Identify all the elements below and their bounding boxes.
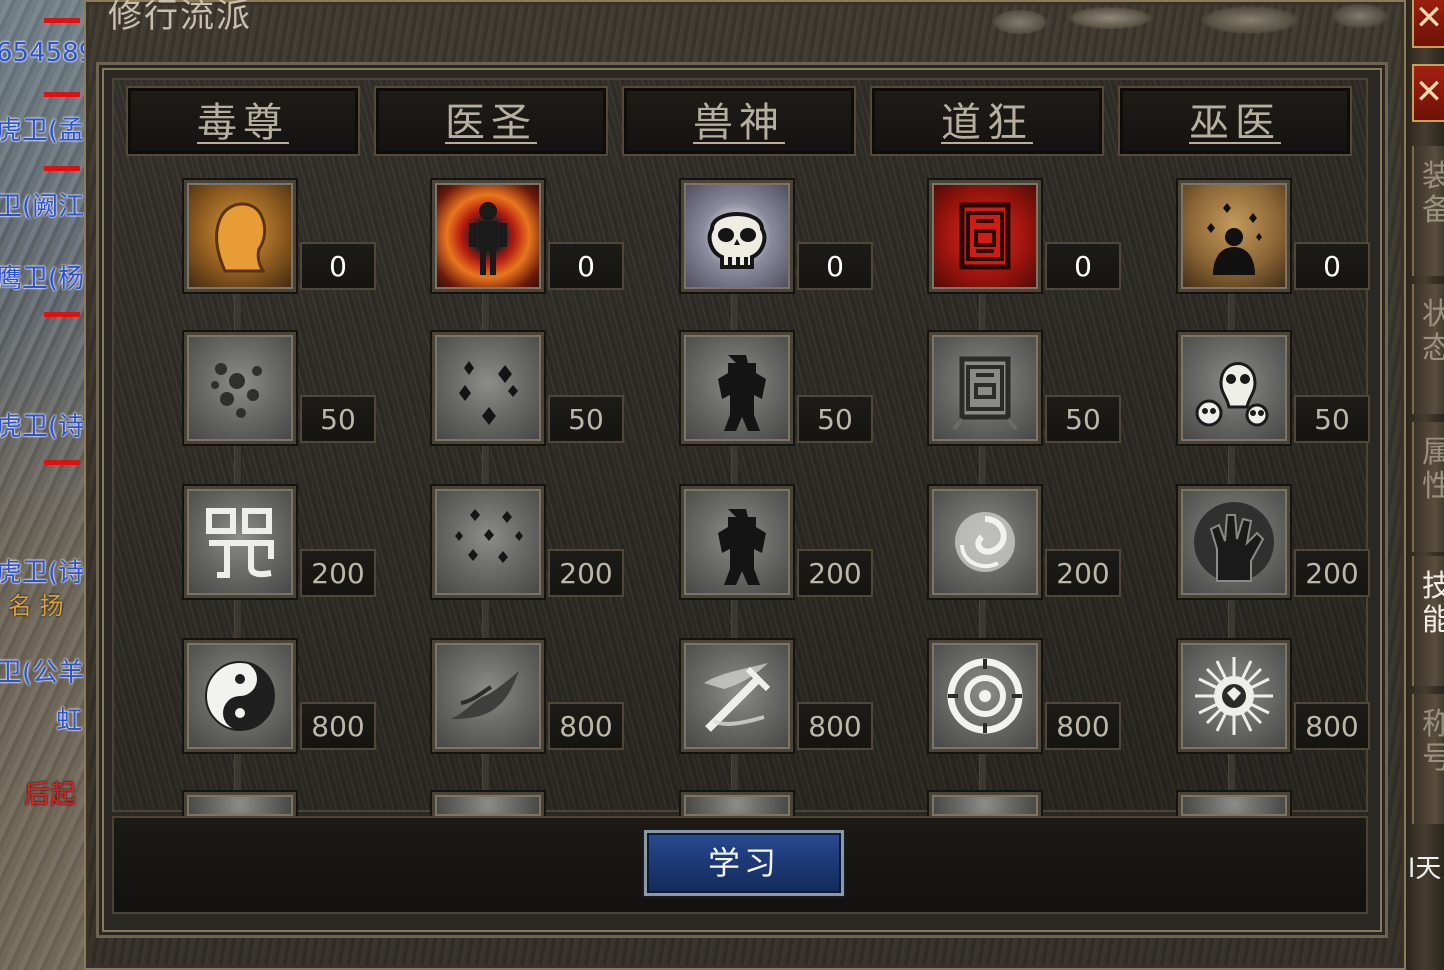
tab-label: 毒尊 (197, 100, 289, 146)
skill-cost: 50 (1294, 395, 1370, 443)
dragon-ornament (960, 0, 1400, 46)
learn-button[interactable]: 学习 (644, 830, 844, 896)
red-seal-icon[interactable] (929, 180, 1041, 292)
side-tab-skills[interactable]: 技能 (1412, 556, 1444, 686)
shadow-dragon-icon[interactable] (432, 640, 544, 752)
side-tab-label: 状态 (1422, 297, 1444, 366)
red-aura-figure-icon[interactable] (432, 180, 544, 292)
player-name: 卫(公羊 (0, 658, 84, 688)
shadow-dragon-icon[interactable] (432, 792, 544, 816)
skill-cost: 0 (548, 242, 624, 290)
sidebar-bottom-text: l天 (1408, 854, 1442, 884)
skill-cost: 50 (300, 395, 376, 443)
star-cluster-icon[interactable] (432, 486, 544, 598)
player-name: 虹 (56, 706, 83, 736)
ring-sigil-icon[interactable] (929, 640, 1041, 752)
tab-label: 医圣 (445, 100, 537, 146)
hp-bar (44, 18, 80, 23)
poison-cloud-icon[interactable] (184, 332, 296, 444)
player-title: 名 扬 (8, 592, 64, 620)
clutching-hand-icon[interactable] (1178, 486, 1290, 598)
side-tab-attributes[interactable]: 属性 (1412, 422, 1444, 552)
skill-cost: 200 (1294, 549, 1370, 597)
gray-seal-icon[interactable] (929, 332, 1041, 444)
side-tab-titles[interactable]: 称号 (1412, 694, 1444, 824)
side-tab-label: 技能 (1422, 569, 1444, 638)
sparkle-figure-icon[interactable] (1178, 180, 1290, 292)
tab-beast-god[interactable]: 兽神 (622, 86, 856, 156)
side-tab-status[interactable]: 状态 (1412, 284, 1444, 414)
tab-witch-doctor[interactable]: 巫医 (1118, 86, 1352, 156)
hp-bar (44, 312, 80, 317)
skill-cost: 0 (300, 242, 376, 290)
flaming-sword-icon[interactable] (681, 640, 793, 752)
skill-cost: 0 (1294, 242, 1370, 290)
player-name: 虎卫(孟 (0, 116, 84, 146)
curse-rune-icon[interactable] (184, 486, 296, 598)
skill-cost: 800 (797, 702, 873, 750)
skill-cost: 800 (548, 702, 624, 750)
hp-bar (44, 166, 80, 171)
player-name: 虎卫(诗 (0, 558, 84, 588)
player-name: 后起 (24, 780, 77, 810)
close-button[interactable]: ✕ (1412, 0, 1444, 48)
spiked-sun-icon[interactable] (1178, 640, 1290, 752)
hp-bar (44, 92, 80, 97)
player-name: 卫(阙江 (0, 192, 84, 222)
vortex-icon[interactable] (929, 486, 1041, 598)
close-button[interactable]: ✕ (1412, 64, 1444, 122)
spiked-sun-icon[interactable] (1178, 792, 1290, 816)
player-name: 鹰卫(杨 (0, 264, 84, 294)
hp-bar (44, 460, 80, 465)
window-title: 修行流派 (108, 0, 252, 36)
side-tab-label: 装备 (1422, 159, 1444, 228)
skill-cost: 200 (548, 549, 624, 597)
head-silhouette-icon[interactable] (184, 180, 296, 292)
scattered-stars-icon[interactable] (432, 332, 544, 444)
tab-healing-saint[interactable]: 医圣 (374, 86, 608, 156)
skill-cost: 0 (797, 242, 873, 290)
flaming-sword-icon[interactable] (681, 792, 793, 816)
skill-cost: 0 (1045, 242, 1121, 290)
skill-cost: 200 (300, 549, 376, 597)
skill-cost: 200 (797, 549, 873, 597)
beast-warrior-icon[interactable] (681, 486, 793, 598)
skulls-icon[interactable] (1178, 332, 1290, 444)
player-name: 虎卫(诗 (0, 412, 84, 442)
skill-cost: 800 (1294, 702, 1370, 750)
side-tab-equipment[interactable]: 装备 (1412, 146, 1444, 276)
tab-poison-master[interactable]: 毒尊 (126, 86, 360, 156)
skill-cost: 800 (1045, 702, 1121, 750)
skill-cost: 50 (548, 395, 624, 443)
side-tab-label: 称号 (1422, 707, 1444, 776)
tab-label: 兽神 (693, 100, 785, 146)
skull-mask-icon[interactable] (681, 180, 793, 292)
tab-tao-frenzy[interactable]: 道狂 (870, 86, 1104, 156)
curse-rune-icon[interactable] (184, 792, 296, 816)
player-name: 654589 (0, 38, 84, 68)
beast-warrior-icon[interactable] (681, 332, 793, 444)
skill-cost: 800 (300, 702, 376, 750)
skill-cost: 200 (1045, 549, 1121, 597)
ring-sigil-icon[interactable] (929, 792, 1041, 816)
skill-cost: 50 (797, 395, 873, 443)
tab-label: 巫医 (1189, 100, 1281, 146)
game-scene-left: 654589 虎卫(孟 卫(阙江 鹰卫(杨 虎卫(诗 虎卫(诗 名 扬 卫(公羊… (0, 0, 84, 970)
tab-label: 道狂 (941, 100, 1033, 146)
skill-cost: 50 (1045, 395, 1121, 443)
yin-yang-icon[interactable] (184, 640, 296, 752)
side-tab-label: 属性 (1422, 435, 1444, 504)
